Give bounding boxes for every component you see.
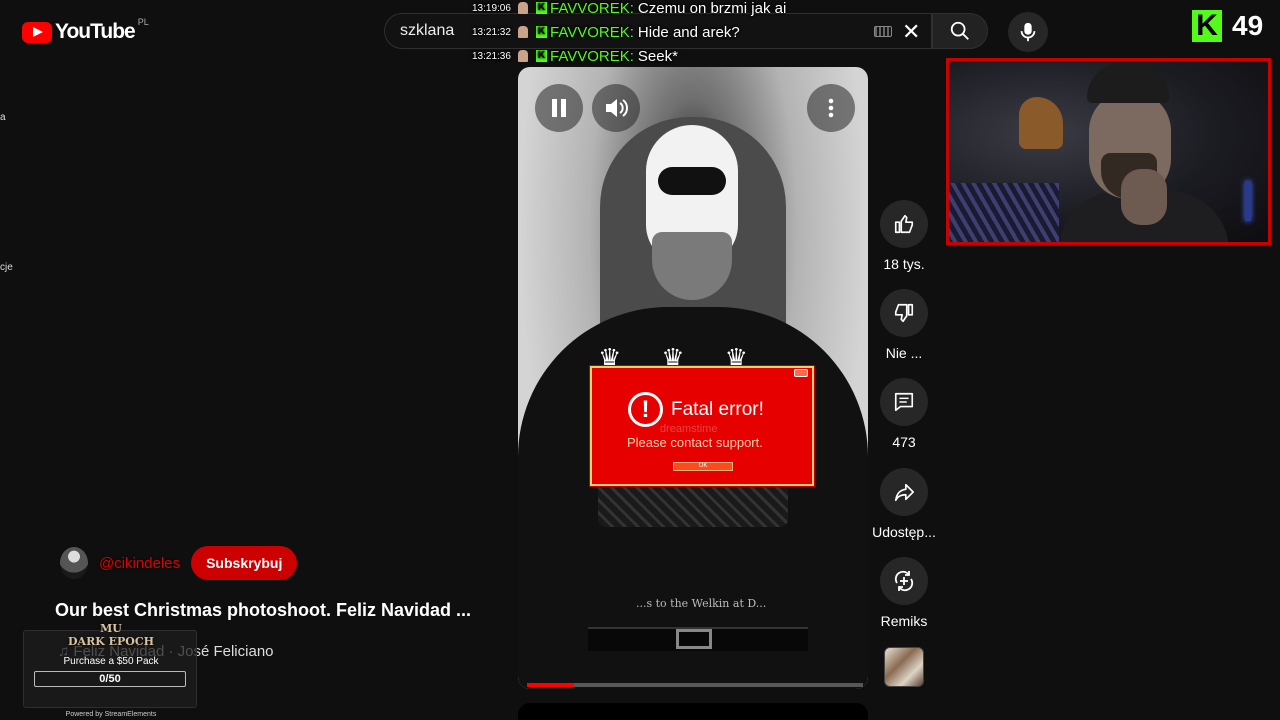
dark-epoch-logo: MU DARK EPOCH [24,622,198,648]
chat-avatar [518,26,528,38]
goal-text: Purchase a $50 Pack [63,656,159,667]
volume-icon [606,99,628,117]
dislike-action[interactable]: Nie ... [869,289,939,361]
webcam-overlay [946,58,1271,245]
like-icon [894,214,914,234]
more-options-button[interactable] [807,84,855,132]
youtube-logo[interactable]: YouTube PL [22,17,149,44]
sidebar-fragment[interactable]: a [0,112,6,123]
viewer-count: 49 [1232,10,1264,41]
chat-message: 13:21:36 K FAVVOREK: Seek* [472,44,786,68]
webcam-blanket [949,183,1059,242]
fatal-error-popup: ! Fatal error! dreamstime Please contact… [590,366,814,486]
logo-line: DARK EPOCH [68,635,154,648]
kick-badge-icon: K [536,50,547,62]
error-title: Fatal error! [671,399,764,420]
video-title[interactable]: Our best Christmas photoshoot. Feliz Nav… [55,600,471,621]
chat-username: FAVVOREK: [550,47,634,65]
youtube-play-icon [22,21,52,43]
exclamation-icon: ! [628,392,663,427]
channel-avatar[interactable] [60,547,88,579]
more-vert-icon [828,98,834,118]
volume-button[interactable] [592,84,640,132]
chat-message: 13:19:06 K FAVVOREK: Czemu on brzmi jak … [472,0,786,20]
chat-timestamp: 13:21:32 [472,26,511,38]
chat-timestamp: 13:21:36 [472,50,511,62]
powered-by-text: Powered by StreamElements [65,711,157,718]
pause-icon [552,99,566,117]
error-message: Please contact support. [627,435,763,450]
like-button[interactable] [880,200,928,248]
video-progress-bar[interactable] [527,683,863,687]
share-action[interactable]: Udostęp... [869,468,939,540]
stock-watermark: dreamstime [660,423,718,435]
like-action[interactable]: 18 tys. [869,200,939,272]
remix-icon [894,570,914,592]
share-label: Udostęp... [872,524,936,540]
chat-avatar [518,2,528,14]
audio-thumbnail[interactable] [884,647,924,687]
pause-button[interactable] [535,84,583,132]
belt-buckle [676,629,712,649]
kick-badge-icon: K [536,2,547,14]
remix-button[interactable] [880,557,928,605]
region-code: PL [137,17,149,27]
remix-action[interactable]: Remiks [869,557,939,629]
comments-action[interactable]: 473 [869,378,939,450]
search-button[interactable] [932,13,988,49]
chat-text: Czemu on brzmi jak ai [637,0,787,17]
share-button[interactable] [880,468,928,516]
chat-username: FAVVOREK: [550,23,634,41]
chat-username: FAVVOREK: [550,0,634,17]
search-icon [950,21,969,40]
clear-search-icon[interactable]: ✕ [902,19,920,45]
close-icon[interactable] [794,369,808,377]
comments-icon [894,392,914,412]
dislike-button[interactable] [880,289,928,337]
webcam-blue-light [1245,181,1251,221]
dislike-label: Nie ... [885,345,923,361]
channel-handle[interactable]: @cikindeles [99,555,180,572]
comments-count: 473 [892,434,916,450]
dislike-icon [894,303,914,323]
chat-text: Hide and arek? [637,23,740,41]
chat-timestamp: 13:19:06 [472,2,511,14]
kick-badge-icon: K [536,26,547,38]
voice-search-button[interactable] [1008,12,1048,52]
viewer-counter: K 49 [1192,10,1263,42]
streamelements-goal-widget: MU DARK EPOCH Purchase a $50 Pack 0/50 P… [23,622,197,718]
microphone-icon [1020,22,1036,42]
channel-row: @cikindeles Subskrybuj [60,546,298,580]
logo-line: MU [100,622,122,635]
chat-overlay: 13:19:06 K FAVVOREK: Czemu on brzmi jak … [472,0,786,68]
chat-text: Seek* [637,47,678,65]
comments-button[interactable] [880,378,928,426]
chat-avatar [518,50,528,62]
share-icon [894,483,914,502]
video-subject-corpsepaint [658,167,726,195]
remix-label: Remiks [880,613,928,629]
kick-logo-icon: K [1192,10,1222,42]
goal-progress: 0/50 [34,671,186,687]
like-count: 18 tys. [883,256,925,272]
shirt-print-text: ...s to the Welkin at D... [636,597,767,610]
video-progress-fill [527,683,575,687]
chat-message: 13:21:32 K FAVVOREK: Hide and arek? [472,20,786,44]
ok-button[interactable]: OK [673,462,733,471]
sidebar-fragment[interactable]: cje [0,262,13,273]
next-video-peek[interactable] [518,703,868,720]
logo-text: YouTube [55,20,136,43]
webcam-person-hand [1121,169,1167,225]
subscribe-button[interactable]: Subskrybuj [191,546,298,580]
search-query[interactable]: szklana [400,22,454,40]
keyboard-icon[interactable] [874,26,892,37]
